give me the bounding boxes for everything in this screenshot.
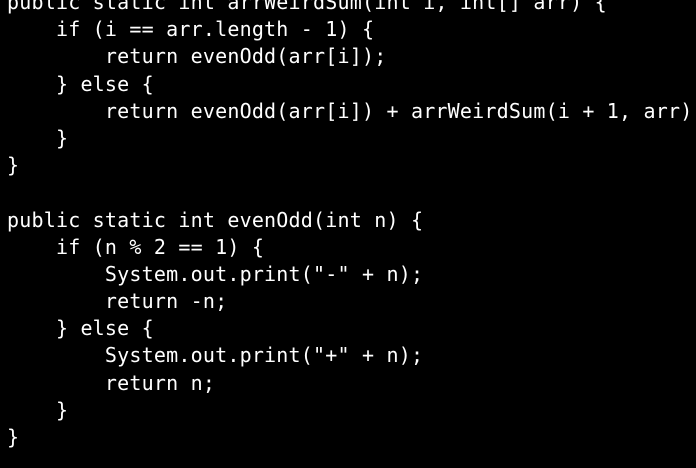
code-lines: public static int arrWeirdSum(int i, int… xyxy=(7,0,696,451)
code-line-9: public static int evenOdd(int n) { xyxy=(7,207,424,232)
code-line-4: } else { xyxy=(7,71,154,96)
code-line-12: return -n; xyxy=(7,289,228,314)
code-line-14: System.out.print("+" + n); xyxy=(7,343,424,368)
code-line-8 xyxy=(7,179,696,206)
code-line-5: return evenOdd(arr[i]) + arrWeirdSum(i +… xyxy=(7,98,696,123)
code-line-16: } xyxy=(7,397,69,422)
code-line-10: if (n % 2 == 1) { xyxy=(7,234,265,259)
code-line-2: if (i == arr.length - 1) { xyxy=(7,17,375,42)
code-line-15: return n; xyxy=(7,370,216,395)
code-line-3: return evenOdd(arr[i]); xyxy=(7,44,387,69)
code-line-6: } xyxy=(7,125,69,150)
code-line-1: public static int arrWeirdSum(int i, int… xyxy=(7,0,607,14)
code-line-17: } xyxy=(7,425,20,449)
code-view: public static int arrWeirdSum(int i, int… xyxy=(0,0,696,468)
code-line-13: } else { xyxy=(7,316,154,341)
code-line-7: } xyxy=(7,153,20,178)
code-line-11: System.out.print("-" + n); xyxy=(7,261,424,286)
